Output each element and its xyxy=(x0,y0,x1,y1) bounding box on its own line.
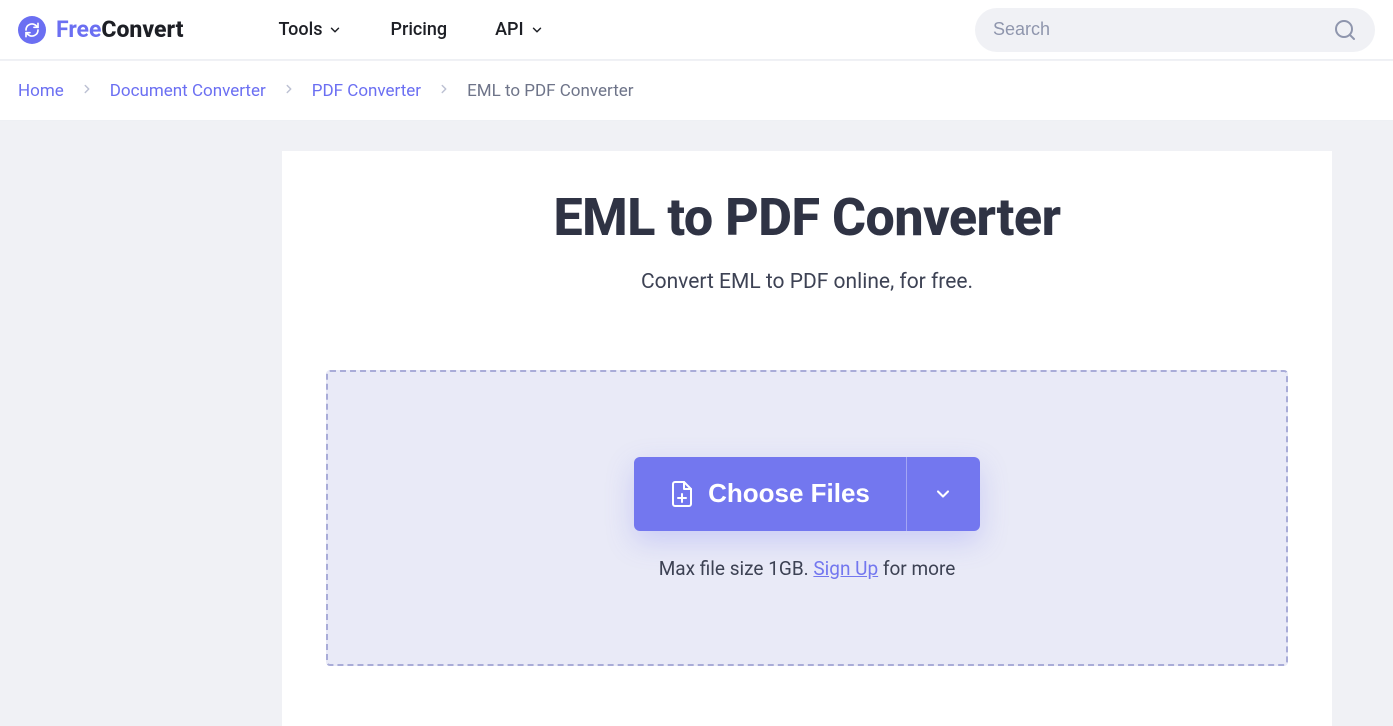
chevron-down-icon xyxy=(530,23,544,37)
page-area: EML to PDF Converter Convert EML to PDF … xyxy=(0,121,1393,726)
nav-pricing-label: Pricing xyxy=(390,19,447,40)
nav-api-label: API xyxy=(495,19,524,40)
chevron-right-icon xyxy=(282,81,296,100)
brand-text: FreeConvert xyxy=(56,16,183,43)
file-dropzone[interactable]: Choose Files Max file size 1GB. Sign Up … xyxy=(326,370,1288,666)
main-nav: Tools Pricing API xyxy=(278,19,543,40)
chevron-right-icon xyxy=(437,81,451,100)
page-subtitle: Convert EML to PDF online, for free. xyxy=(326,270,1288,294)
nav-pricing[interactable]: Pricing xyxy=(390,19,447,40)
top-header: FreeConvert Tools Pricing API xyxy=(0,0,1393,60)
page-title: EML to PDF Converter xyxy=(326,187,1288,248)
left-sidebar-placeholder xyxy=(0,151,282,726)
chevron-right-icon xyxy=(80,81,94,100)
choose-files-button[interactable]: Choose Files xyxy=(634,457,906,531)
content-card: EML to PDF Converter Convert EML to PDF … xyxy=(282,151,1332,726)
choose-files-dropdown-button[interactable] xyxy=(906,457,980,531)
right-sidebar-placeholder xyxy=(1332,151,1393,726)
file-plus-icon xyxy=(670,480,694,508)
choose-files-button-group: Choose Files xyxy=(634,457,980,531)
search-input[interactable] xyxy=(993,19,1333,40)
search-icon[interactable] xyxy=(1333,18,1357,42)
breadcrumb: Home Document Converter PDF Converter EM… xyxy=(0,61,1393,121)
nav-tools-label: Tools xyxy=(278,19,322,40)
crumb-current: EML to PDF Converter xyxy=(467,81,633,101)
max-file-size-text: Max file size 1GB. Sign Up for more xyxy=(659,557,956,580)
brand-logo[interactable]: FreeConvert xyxy=(18,16,183,44)
search-box[interactable] xyxy=(975,8,1375,52)
signup-link[interactable]: Sign Up xyxy=(813,557,878,580)
nav-tools[interactable]: Tools xyxy=(278,19,342,40)
nav-api[interactable]: API xyxy=(495,19,544,40)
crumb-document-converter[interactable]: Document Converter xyxy=(110,81,266,101)
choose-files-label: Choose Files xyxy=(708,478,870,509)
crumb-home[interactable]: Home xyxy=(18,81,64,101)
chevron-down-icon xyxy=(328,23,342,37)
logo-icon xyxy=(18,16,46,44)
crumb-pdf-converter[interactable]: PDF Converter xyxy=(312,81,421,101)
chevron-down-icon xyxy=(933,484,953,504)
